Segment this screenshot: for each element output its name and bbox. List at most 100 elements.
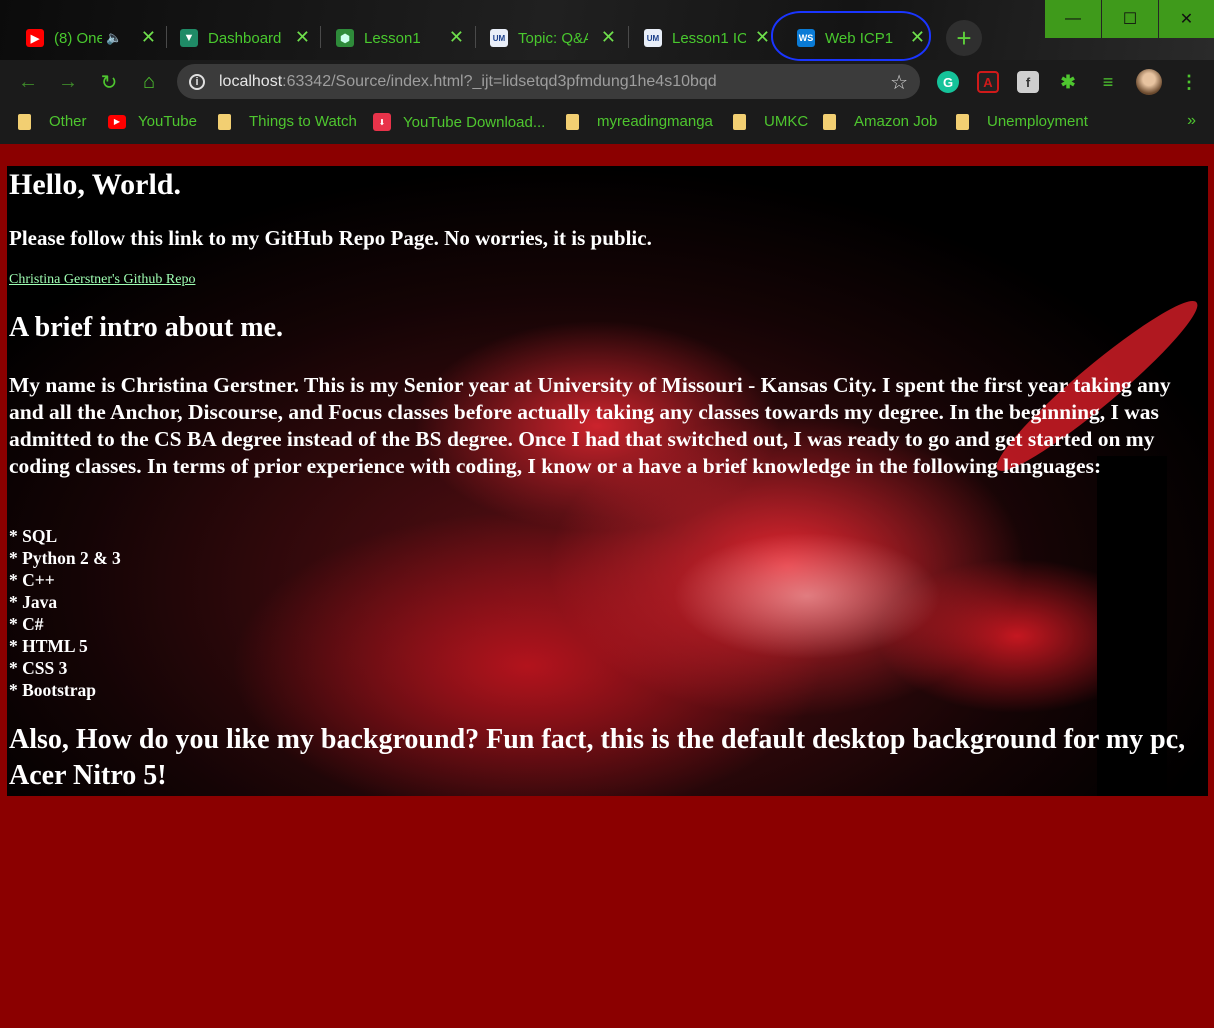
- bookmark-label: Things to Watch: [249, 113, 357, 130]
- list-item: * CSS 3: [9, 658, 68, 678]
- tab-label: Dashboard: [208, 29, 282, 47]
- canvas-icon: ▼: [180, 29, 198, 47]
- browser-chrome: ▶ (8) One 🔈 ✕ ▼ Dashboard ✕ ⬢ Lesson1 ✕ …: [0, 0, 1214, 144]
- youtube-icon: ▶: [26, 29, 44, 47]
- feedly-icon[interactable]: f: [1017, 71, 1039, 93]
- follow-text: Please follow this link to my GitHub Rep…: [9, 226, 652, 250]
- folder-icon: [956, 113, 969, 130]
- languages-list: * SQL * Python 2 & 3 * C++ * Java * C# *…: [9, 525, 121, 701]
- list-item: * HTML 5: [9, 636, 88, 656]
- youtube-icon: ▶: [108, 114, 126, 129]
- back-button[interactable]: ←: [14, 68, 42, 96]
- folder-icon: [733, 113, 746, 130]
- folder-icon: [823, 113, 836, 130]
- close-tab-icon[interactable]: ✕: [141, 28, 156, 46]
- bookmark-label: Amazon Job: [854, 113, 938, 130]
- tab-dashboard[interactable]: ▼ Dashboard ✕: [180, 18, 310, 58]
- close-tab-icon[interactable]: ✕: [449, 28, 464, 46]
- bookmark-amazon-job[interactable]: Amazon Job: [823, 113, 937, 130]
- bookmark-unemployment[interactable]: Unemployment: [956, 113, 1088, 130]
- page-heading: Hello, World.: [9, 168, 181, 201]
- list-item: * Java: [9, 592, 58, 612]
- bookmark-label: Other: [49, 113, 87, 130]
- umkc-icon: UM: [644, 29, 662, 47]
- close-tab-icon[interactable]: ✕: [755, 28, 770, 46]
- minimize-button[interactable]: —: [1045, 0, 1101, 38]
- maximize-icon: ☐: [1122, 11, 1138, 28]
- plus-icon: +: [956, 22, 972, 53]
- bookmark-label: YouTube Download...: [403, 113, 546, 131]
- bookmark-other[interactable]: Other: [18, 113, 87, 130]
- bookmark-label: myreadingmanga: [597, 113, 713, 130]
- folder-icon: [18, 113, 31, 130]
- navigation-toolbar: ← → ↻ ⌂ i localhost:63342/Source/index.h…: [0, 60, 1214, 104]
- intro-heading: A brief intro about me.: [9, 312, 284, 343]
- close-icon: ✕: [1179, 11, 1194, 28]
- tab-label: Topic: Q&A: [518, 29, 588, 47]
- extension-label: G: [942, 74, 954, 90]
- reload-icon: ↻: [100, 71, 118, 94]
- url-text[interactable]: localhost:63342/Source/index.html?_ijt=l…: [219, 73, 717, 91]
- close-tab-icon[interactable]: ✕: [601, 28, 616, 46]
- folder-icon: [566, 113, 579, 130]
- tab-label: Lesson1 ICP: [672, 29, 746, 47]
- list-item: * Bootstrap: [9, 680, 97, 700]
- tab-lesson1-icp[interactable]: UM Lesson1 ICP ✕: [644, 18, 770, 58]
- bookmark-myreadingmanga[interactable]: myreadingmanga: [566, 113, 713, 130]
- tab-separator: [166, 26, 167, 48]
- bookmark-label: UMKC: [764, 113, 809, 130]
- home-button[interactable]: ⌂: [135, 68, 163, 96]
- tab-label: Lesson1: [364, 29, 421, 47]
- download-icon: ⬇: [373, 113, 391, 131]
- info-icon[interactable]: i: [189, 73, 205, 90]
- extension-label: ≡: [1102, 71, 1114, 92]
- list-item: * Python 2 & 3: [9, 548, 121, 568]
- media-queue-icon[interactable]: ≡: [1097, 71, 1119, 93]
- back-arrow-icon: ←: [18, 70, 38, 93]
- tab-strip: ▶ (8) One 🔈 ✕ ▼ Dashboard ✕ ⬢ Lesson1 ✕ …: [0, 0, 1214, 61]
- list-item: * C++: [9, 570, 55, 590]
- menu-kebab-icon[interactable]: ⋮: [1178, 71, 1200, 93]
- bookmark-things-to-watch[interactable]: Things to Watch: [218, 113, 357, 130]
- tab-youtube[interactable]: ▶ (8) One 🔈 ✕: [26, 18, 156, 58]
- home-icon: ⌂: [142, 70, 156, 93]
- url-host: localhost: [219, 72, 283, 90]
- new-tab-button[interactable]: +: [946, 20, 982, 56]
- close-window-button[interactable]: ✕: [1159, 0, 1214, 38]
- extension-label: A: [983, 74, 993, 90]
- bookmark-label: Unemployment: [987, 113, 1088, 130]
- folder-icon: [218, 113, 231, 130]
- reload-button[interactable]: ↻: [95, 68, 123, 96]
- bookmark-youtube-download[interactable]: ⬇ YouTube Download...: [373, 113, 545, 131]
- bookmarks-bar: Other ▶ YouTube Things to Watch ⬇ YouTube …: [0, 104, 1214, 142]
- grammarly-icon[interactable]: G: [937, 71, 959, 93]
- speaker-icon[interactable]: 🔈: [106, 30, 122, 46]
- forward-button[interactable]: →: [54, 68, 82, 96]
- page-viewport: Hello, World. Please follow this link to…: [0, 144, 1214, 1028]
- tab-separator: [320, 26, 321, 48]
- bookmarks-overflow-icon[interactable]: »: [1187, 112, 1196, 130]
- address-bar[interactable]: i localhost:63342/Source/index.html?_ijt…: [177, 64, 920, 99]
- acrobat-icon[interactable]: A: [977, 71, 999, 93]
- close-tab-icon[interactable]: ✕: [295, 28, 310, 46]
- extensions-puzzle-icon[interactable]: ✱: [1057, 71, 1079, 93]
- extension-label: f: [1025, 74, 1031, 90]
- tab-separator: [628, 26, 629, 48]
- content-panel: Hello, World. Please follow this link to…: [7, 166, 1208, 796]
- intro-paragraph: My name is Christina Gerstner. This is m…: [9, 373, 1171, 478]
- hexagon-icon: ⬢: [336, 29, 354, 47]
- maximize-button[interactable]: ☐: [1102, 0, 1158, 38]
- bookmark-umkc[interactable]: UMKC: [733, 113, 808, 130]
- umkc-icon: UM: [490, 29, 508, 47]
- bookmark-star-icon[interactable]: ☆: [890, 70, 908, 95]
- list-item: * SQL: [9, 526, 58, 546]
- avatar[interactable]: [1136, 69, 1162, 95]
- minimize-icon: —: [1065, 10, 1081, 27]
- tab-lesson1[interactable]: ⬢ Lesson1 ✕: [336, 18, 464, 58]
- url-path: :63342/Source/index.html?_ijt=lidsetqd3p…: [282, 72, 717, 90]
- tab-separator: [475, 26, 476, 48]
- bookmark-youtube[interactable]: ▶ YouTube: [108, 113, 197, 130]
- bookmark-label: YouTube: [138, 113, 197, 130]
- github-repo-link[interactable]: Christina Gerstner's Github Repo: [9, 272, 195, 288]
- tab-topic-qa[interactable]: UM Topic: Q&A ✕: [490, 18, 616, 58]
